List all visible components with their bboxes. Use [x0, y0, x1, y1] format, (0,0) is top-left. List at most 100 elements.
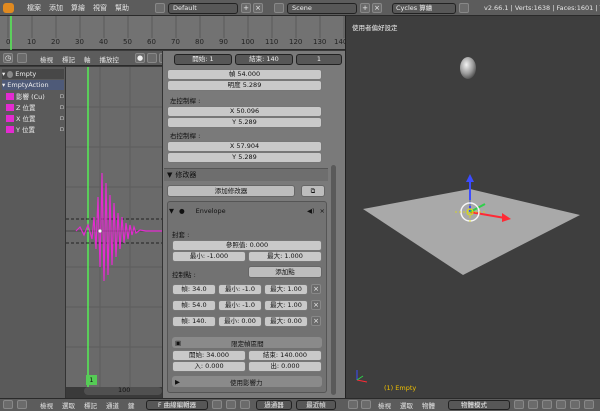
add-layout-icon[interactable]: +	[241, 3, 251, 13]
close-layout-icon[interactable]: ×	[253, 3, 263, 13]
lock-icon[interactable]: ▫	[60, 125, 64, 133]
pivot-icon[interactable]	[528, 400, 538, 409]
pivot-icon[interactable]	[226, 400, 236, 409]
record-icon[interactable]: ●	[135, 53, 145, 63]
lock-icon[interactable]: ▫	[60, 114, 64, 122]
point-min-field[interactable]: 最小: -1.0	[218, 284, 262, 295]
channel-fcurve[interactable]: Y 位置 ▫	[6, 124, 64, 134]
menu-add[interactable]: 添加	[49, 3, 63, 13]
layout-icon[interactable]	[155, 3, 165, 13]
render-icon[interactable]	[459, 3, 469, 13]
delete-point-icon[interactable]: ×	[311, 284, 321, 294]
restrict-range-header[interactable]: ▣ 限定幀區間	[172, 337, 322, 348]
blend-out-field[interactable]: 出: 0.000	[248, 361, 322, 372]
editor-mode-select[interactable]: F 曲線編輯器	[146, 400, 208, 410]
key-icon[interactable]	[147, 53, 157, 63]
bottom-menu-select[interactable]: 選取	[62, 400, 75, 410]
blender-logo-icon[interactable]	[3, 3, 14, 13]
graph-menu-playback[interactable]: 播放控	[100, 54, 120, 64]
bottom-menu-marker[interactable]: 標記	[84, 400, 97, 410]
delete-point-icon[interactable]: ×	[311, 300, 321, 310]
menu-file[interactable]: 檔案	[27, 3, 41, 13]
lock-icon[interactable]: ▫	[60, 103, 64, 111]
frame-end-field[interactable]: 結束: 140	[235, 54, 293, 65]
viewport-type-icon[interactable]	[348, 400, 358, 409]
graph-menu-view[interactable]: 檢視	[40, 54, 53, 64]
max-value-field[interactable]: 最大: 1.000	[248, 251, 322, 262]
left-handle-y-field[interactable]: Y 5.289	[167, 117, 322, 128]
frame-start-field[interactable]: 開始: 1	[174, 54, 232, 65]
viewport-menu-select[interactable]: 選取	[400, 400, 413, 410]
right-handle-x-field[interactable]: X 57.904	[167, 141, 322, 152]
modifiers-header[interactable]: ▼ 修改器	[164, 168, 328, 181]
menu-render[interactable]: 算繪	[71, 3, 85, 13]
point-min-field[interactable]: 最小: 0.00	[218, 316, 262, 327]
graph-menu-marker[interactable]: 標記	[62, 54, 75, 64]
point-max-field[interactable]: 最大: 1.00	[264, 284, 308, 295]
nearest-frame-select[interactable]: 最近幀	[296, 400, 336, 410]
viewport-menu-object[interactable]: 物體	[422, 400, 435, 410]
left-handle-x-field[interactable]: X 50.096	[167, 106, 322, 117]
copy-modifier-button[interactable]: ⧉	[301, 185, 325, 197]
menu-help[interactable]: 幫助	[115, 3, 129, 13]
snap-icon[interactable]	[240, 400, 250, 409]
channel-fcurve[interactable]: X 位置 ▫	[6, 113, 64, 123]
point-max-field[interactable]: 最大: 0.00	[264, 316, 308, 327]
channel-action[interactable]: ▾ EmptyAction	[2, 80, 64, 90]
point-max-field[interactable]: 最大: 1.00	[264, 300, 308, 311]
viewport-menu-view[interactable]: 檢視	[378, 400, 391, 410]
close-scene-icon[interactable]: ×	[372, 3, 382, 13]
panel-scrollbar[interactable]	[331, 165, 336, 395]
speaker-icon[interactable]: ◀)	[307, 207, 315, 215]
bottom-menu-channel[interactable]: 通道	[106, 400, 119, 410]
menu-toggle-icon[interactable]	[17, 53, 27, 63]
point-min-field[interactable]: 最小: -1.0	[218, 300, 262, 311]
add-point-button[interactable]: 添加點	[248, 266, 322, 278]
min-value-field[interactable]: 最小: -1.000	[172, 251, 246, 262]
editor-type-icon[interactable]: ◷	[3, 53, 13, 63]
layout-select[interactable]: Default	[168, 3, 238, 14]
rotate-icon[interactable]	[570, 400, 580, 409]
lock-icon[interactable]: ▫	[60, 92, 64, 100]
key-frame-field[interactable]: 幀 54.000	[167, 69, 322, 80]
add-scene-icon[interactable]: +	[360, 3, 370, 13]
close-modifier-icon[interactable]: ×	[320, 207, 325, 215]
filter-icon[interactable]	[212, 400, 222, 409]
point-frame-field[interactable]: 幀: 140.	[172, 316, 216, 327]
blend-in-field[interactable]: 入: 0.000	[172, 361, 246, 372]
scene-icon[interactable]	[274, 3, 284, 13]
editor-type-icon[interactable]	[3, 400, 13, 409]
point-frame-field[interactable]: 幀: 34.0	[172, 284, 216, 295]
object-mode-select[interactable]: 物體模式	[448, 400, 510, 410]
delete-point-icon[interactable]: ×	[311, 316, 321, 326]
right-handle-y-field[interactable]: Y 5.289	[167, 152, 322, 163]
channel-fcurve[interactable]: Z 位置 ▫	[6, 102, 64, 112]
checkbox-icon[interactable]: ▣	[175, 339, 181, 347]
reference-value-field[interactable]: 參照值: 0.000	[172, 240, 322, 251]
manipulator-icon[interactable]	[542, 400, 552, 409]
bottom-menu-key[interactable]: 鍵	[128, 400, 135, 410]
scene-select[interactable]: Scene	[287, 3, 357, 14]
bottom-menu-view[interactable]: 檢視	[40, 400, 53, 410]
current-frame-field[interactable]: 1	[296, 54, 342, 65]
add-modifier-button[interactable]: 添加修改器	[167, 185, 295, 197]
use-influence-row[interactable]: ▶ 使用影響力	[172, 376, 322, 387]
envelope-header[interactable]: ▼ ● Envelope ◀) ×	[169, 204, 325, 217]
translate-icon[interactable]	[556, 400, 566, 409]
key-value-field[interactable]: 明度 5.289	[167, 80, 322, 91]
use-influence-label: 使用影響力	[230, 378, 263, 387]
scale-icon[interactable]	[584, 400, 594, 409]
restrict-start-field[interactable]: 開始: 34.000	[172, 350, 246, 361]
menu-toggle-icon[interactable]	[361, 400, 371, 409]
menu-toggle-icon[interactable]	[17, 400, 27, 409]
menu-window[interactable]: 視窗	[93, 3, 107, 13]
point-frame-field[interactable]: 幀: 54.0	[172, 300, 216, 311]
frame-badge[interactable]: 1	[86, 375, 97, 385]
filter-button[interactable]: 過通器	[256, 400, 292, 410]
shading-icon[interactable]	[514, 400, 524, 409]
graph-menu-frame[interactable]: 軸	[84, 54, 91, 64]
channel-fcurve[interactable]: 影響 (Cu) ▫	[6, 91, 64, 101]
restrict-end-field[interactable]: 結束: 140.000	[248, 350, 322, 361]
render-engine-select[interactable]: Cycles 算繪	[392, 3, 456, 14]
channel-object[interactable]: ▾ Empty	[2, 69, 64, 79]
